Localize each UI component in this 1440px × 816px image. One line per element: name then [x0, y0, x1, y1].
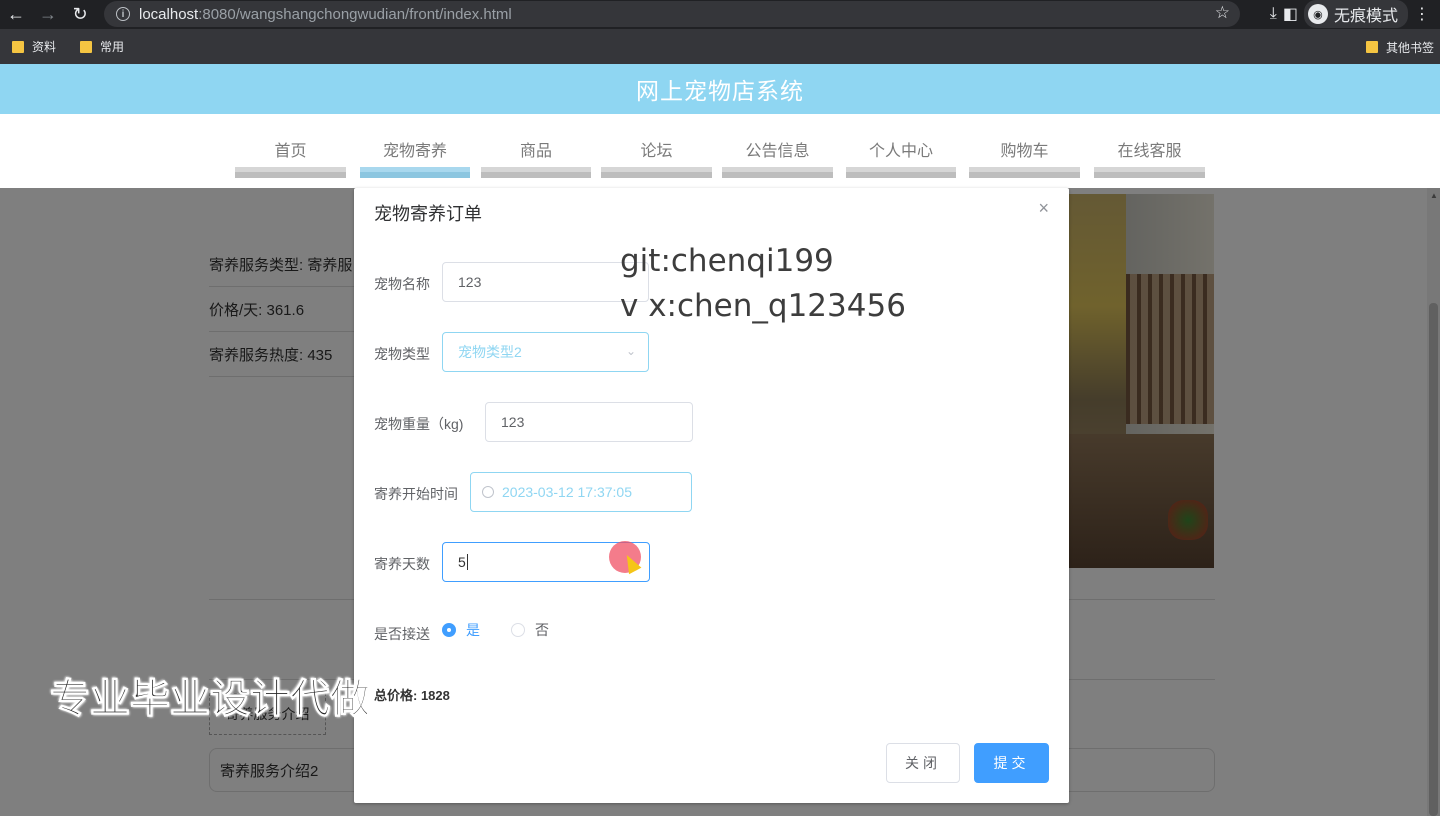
bookmark-folder[interactable]: 常用 [68, 38, 136, 55]
url-path: :8080/wangshangchongwudian/front/index.h… [198, 5, 512, 23]
ad-overlay-text: 专业毕业设计代做 [50, 676, 371, 723]
folder-icon [1365, 41, 1378, 53]
nav-forum[interactable]: 论坛 [601, 114, 712, 178]
incognito-badge[interactable]: ◉ 无痕模式 [1303, 0, 1408, 28]
forward-icon[interactable]: → [32, 0, 64, 28]
nav-home[interactable]: 首页 [235, 114, 346, 178]
clock-icon [482, 486, 494, 498]
nav-underline [601, 167, 712, 178]
nav-label: 宠物寄养 [382, 143, 447, 160]
pet-weight-value: 123 [501, 414, 525, 430]
pet-name-label: 宠物名称 [374, 276, 430, 292]
main-nav: 首页 宠物寄养 商品 论坛 公告信息 个人中心 购物车 在线客服 [0, 114, 1440, 188]
start-time-value: 2023-03-12 17:37:05 [502, 484, 632, 500]
boarding-order-dialog: 宠物寄养订单 × 宠物名称 123 宠物类型 宠物类型2 ⌄ 宠物重量（kg) 1… [354, 188, 1069, 803]
other-bookmarks[interactable]: 其他书签 [1365, 29, 1434, 65]
submit-button[interactable]: 提交 [974, 743, 1049, 783]
bookmark-star-icon[interactable]: ☆ [1215, 3, 1230, 23]
folder-icon [80, 40, 93, 53]
pet-type-label: 宠物类型 [374, 346, 430, 362]
bookmarks-bar: 资料 常用 其他书签 [0, 28, 1440, 64]
side-panel-icon[interactable]: ◧ [1283, 4, 1298, 24]
start-time-picker[interactable]: 2023-03-12 17:37:05 [470, 472, 692, 512]
site-title: 网上宠物店系统 [0, 64, 1440, 114]
nav-underline [1094, 167, 1205, 178]
close-button[interactable]: 关闭 [886, 743, 960, 783]
nav-label: 首页 [274, 143, 307, 160]
nav-label: 购物车 [1000, 143, 1049, 160]
pet-weight-label: 宠物重量（kg) [374, 416, 464, 432]
pickup-no-radio[interactable]: 否 [511, 620, 549, 640]
nav-label: 商品 [519, 143, 552, 160]
menu-icon[interactable]: ⋮ [1414, 4, 1430, 24]
nav-underline [235, 167, 346, 178]
nav-label: 公告信息 [745, 143, 810, 160]
watermark-line: git:chenqi199 [620, 243, 834, 279]
days-label: 寄养天数 [374, 556, 430, 572]
nav-underline [969, 167, 1080, 178]
nav-pet-boarding[interactable]: 宠物寄养 [360, 114, 470, 178]
nav-underline [360, 167, 470, 178]
pet-name-input[interactable]: 123 [442, 262, 649, 302]
other-bookmarks-label: 其他书签 [1385, 40, 1434, 55]
radio-label: 否 [535, 622, 549, 638]
reload-icon[interactable]: ↻ [64, 0, 96, 28]
bookmark-label: 资料 [32, 40, 57, 54]
radio-dot [442, 623, 456, 637]
pet-name-value: 123 [458, 274, 482, 290]
nav-underline [722, 167, 833, 178]
dialog-title: 宠物寄养订单 [374, 204, 482, 224]
chevron-down-icon: ⌄ [625, 344, 636, 358]
nav-label: 论坛 [640, 143, 673, 160]
nav-underline [846, 167, 956, 178]
nav-goods[interactable]: 商品 [481, 114, 591, 178]
close-icon[interactable]: × [1038, 198, 1049, 219]
browser-tools: ⤓ ◧ ◉ 无痕模式 ⋮ [1270, 0, 1440, 28]
url-host: localhost [139, 5, 199, 23]
text-caret [466, 554, 468, 570]
address-bar[interactable]: i localhost:8080/wangshangchongwudian/fr… [104, 1, 1240, 27]
bookmark-label: 常用 [100, 40, 125, 54]
bookmark-folder[interactable]: 资料 [0, 38, 68, 55]
incognito-label: 无痕模式 [1333, 8, 1398, 25]
nav-notice[interactable]: 公告信息 [722, 114, 833, 178]
days-value: 5 [458, 554, 466, 570]
back-icon[interactable]: ← [0, 0, 32, 28]
folder-icon [12, 40, 24, 53]
pet-weight-input[interactable]: 123 [485, 402, 693, 442]
nav-underline [481, 167, 591, 178]
watermark-line: v x:chen_q123456 [620, 288, 906, 324]
download-icon[interactable]: ⤓ [1270, 5, 1277, 23]
pet-type-select[interactable]: 宠物类型2 ⌄ [442, 332, 649, 372]
nav-label: 个人中心 [868, 143, 933, 160]
start-time-label: 寄养开始时间 [374, 486, 458, 502]
nav-customer-service[interactable]: 在线客服 [1094, 114, 1205, 178]
radio-dot [511, 623, 525, 637]
pickup-yes-radio[interactable]: 是 [442, 620, 480, 640]
incognito-icon: ◉ [1307, 4, 1328, 24]
pickup-label: 是否接送 [374, 626, 430, 642]
total-price: 总价格: 1828 [374, 688, 450, 703]
site-info-icon[interactable]: i [116, 7, 130, 21]
nav-cart[interactable]: 购物车 [969, 114, 1080, 178]
radio-label: 是 [466, 622, 480, 638]
pet-type-value: 宠物类型2 [458, 344, 522, 360]
nav-label: 在线客服 [1117, 143, 1182, 160]
nav-personal-center[interactable]: 个人中心 [846, 114, 956, 178]
